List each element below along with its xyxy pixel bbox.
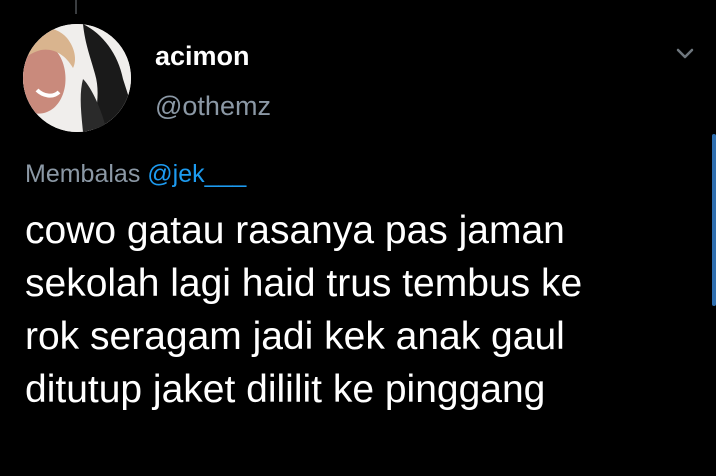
author-display-name[interactable]: acimon bbox=[155, 40, 250, 72]
thread-connector-line bbox=[75, 0, 77, 14]
tweet-text-line: ditutup jaket dililit ke pinggang bbox=[25, 368, 546, 411]
scroll-indicator[interactable] bbox=[712, 134, 716, 306]
reply-mention-link[interactable]: @jek___ bbox=[147, 160, 246, 188]
reply-prefix: Membalas bbox=[25, 160, 141, 188]
reply-context: Membalas @jek___ bbox=[25, 158, 246, 190]
tweet-text: cowo gatau rasanya pas jaman sekolah lag… bbox=[25, 204, 705, 416]
tweet-text-line: rok seragam jadi kek anak gaul bbox=[25, 315, 565, 358]
tweet-text-line: cowo gatau rasanya pas jaman bbox=[25, 209, 565, 252]
avatar-photo bbox=[23, 24, 131, 132]
author-handle[interactable]: @othemz bbox=[155, 90, 271, 122]
tweet-text-line: sekolah lagi haid trus tembus ke bbox=[25, 262, 583, 305]
chevron-down-icon[interactable] bbox=[671, 40, 699, 68]
avatar[interactable] bbox=[23, 24, 131, 132]
